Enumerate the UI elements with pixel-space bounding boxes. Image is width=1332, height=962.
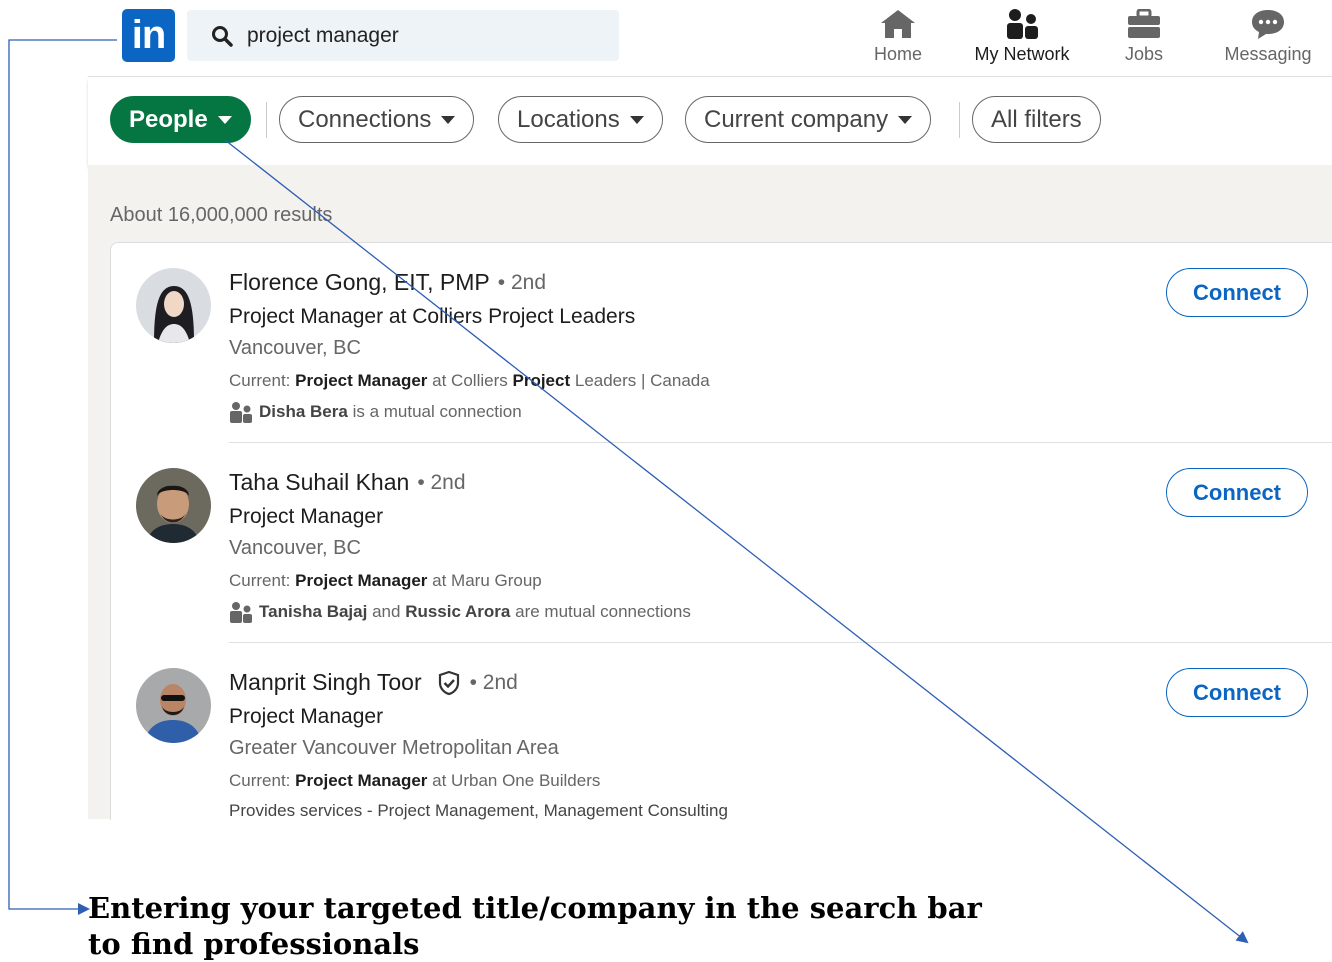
annotation-diagonal-arrow <box>224 139 1249 944</box>
caption-line-2: to find professionals <box>88 927 420 961</box>
annotation-overlay <box>8 39 1249 944</box>
annotation-bracket-arrow <box>8 39 117 915</box>
annotation-caption: Entering your targeted title/company in … <box>88 890 1048 962</box>
caption-line-1: Entering your targeted title/company in … <box>88 891 982 925</box>
